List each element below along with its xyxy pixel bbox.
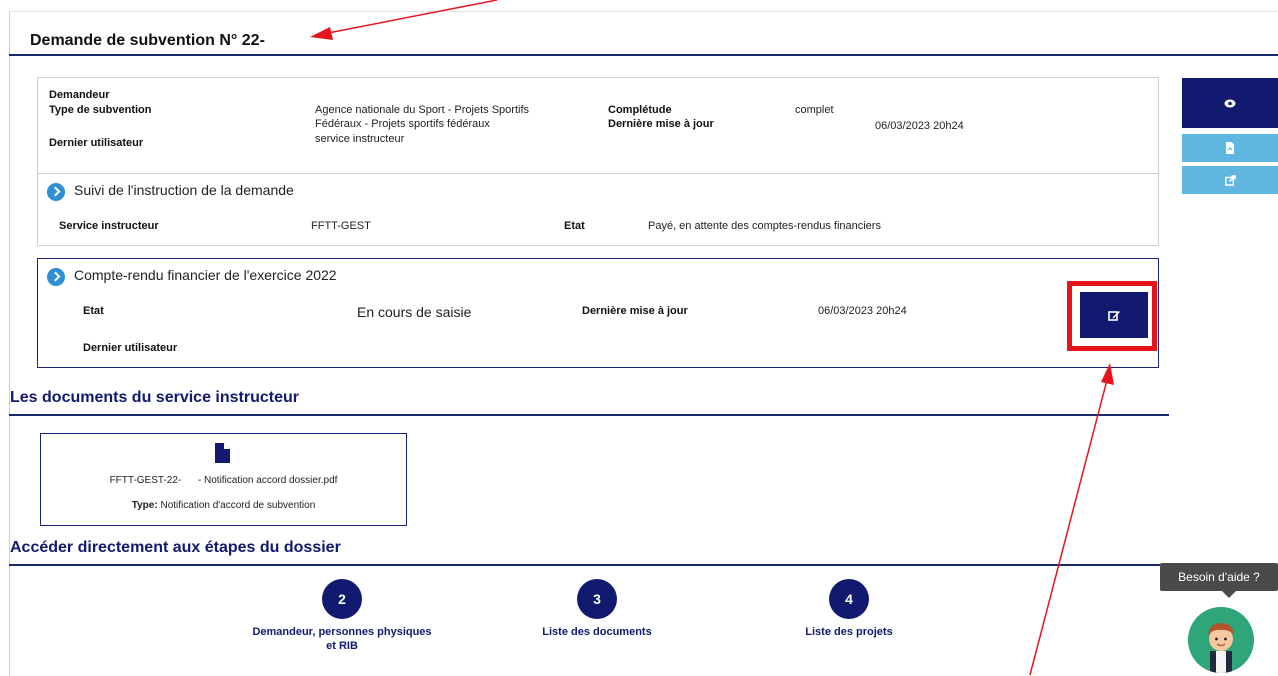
eye-icon bbox=[1224, 99, 1236, 107]
step-number: 2 bbox=[322, 579, 362, 619]
etat-value: Payé, en attente des comptes-rendus fina… bbox=[648, 220, 881, 232]
service-instructeur-value: FFTT-GEST bbox=[311, 220, 371, 232]
cr-etat-value: En cours de saisie bbox=[357, 304, 472, 320]
step-label-line1: Liste des projets bbox=[805, 626, 893, 638]
derniere-maj-label: Dernière mise à jour bbox=[608, 118, 714, 130]
step-label-line1: Liste des documents bbox=[542, 626, 652, 638]
type-subvention-label: Type de subvention bbox=[49, 104, 152, 116]
compte-rendu-title[interactable]: Compte-rendu financier de l'exercice 202… bbox=[74, 267, 337, 283]
documents-heading: Les documents du service instructeur bbox=[10, 389, 299, 406]
title-divider bbox=[9, 54, 1278, 56]
step-4[interactable]: 4 Liste des projets bbox=[754, 579, 944, 639]
export-pdf-button[interactable] bbox=[1182, 134, 1278, 162]
suivi-title[interactable]: Suivi de l'instruction de la demande bbox=[74, 182, 294, 198]
assistant-avatar-icon bbox=[1188, 607, 1254, 673]
annotation-highlight-box bbox=[1067, 281, 1157, 351]
help-avatar-button[interactable] bbox=[1188, 607, 1254, 673]
dernier-utilisateur-label: Dernier utilisateur bbox=[49, 137, 144, 149]
etat-label: Etat bbox=[564, 220, 585, 232]
cr-maj-label: Dernière mise à jour bbox=[582, 305, 688, 317]
cr-dernier-utilisateur-label: Dernier utilisateur bbox=[83, 342, 178, 354]
service-instructeur-label: Service instructeur bbox=[59, 220, 159, 232]
step-number: 3 bbox=[577, 579, 617, 619]
completude-value: complet bbox=[795, 104, 834, 116]
chevron-right-icon[interactable] bbox=[47, 183, 65, 201]
step-2[interactable]: 2 Demandeur, personnes physiques et RIB bbox=[232, 579, 452, 653]
document-filename-prefix: FFTT-GEST-22- bbox=[109, 475, 182, 486]
document-filename-suffix: - Notification accord dossier.pdf bbox=[197, 475, 338, 486]
completude-label: Complétude bbox=[608, 104, 672, 116]
cr-maj-value: 06/03/2023 20h24 bbox=[818, 305, 907, 317]
step-number: 4 bbox=[829, 579, 869, 619]
file-icon bbox=[215, 443, 230, 463]
type-subvention-value-line2: Fédéraux - Projets sportifs fédéraux bbox=[315, 118, 490, 130]
documents-divider bbox=[9, 414, 1169, 416]
step-label-line2: et RIB bbox=[326, 640, 358, 652]
type-subvention-value-line1: Agence nationale du Sport - Projets Spor… bbox=[315, 104, 530, 116]
document-type-label: Type: bbox=[131, 500, 158, 511]
document-type: Type: Notification d'accord de subventio… bbox=[41, 500, 406, 511]
document-filename[interactable]: FFTT-GEST-22- - Notification accord doss… bbox=[41, 475, 406, 486]
chevron-right-icon[interactable] bbox=[47, 268, 65, 286]
document-icon bbox=[1226, 142, 1234, 154]
derniere-maj-value: 06/03/2023 20h24 bbox=[875, 120, 964, 132]
cr-etat-label: Etat bbox=[83, 305, 104, 317]
steps-heading: Accéder directement aux étapes du dossie… bbox=[10, 539, 341, 556]
step-3[interactable]: 3 Liste des documents bbox=[502, 579, 692, 639]
step-label-line1: Demandeur, personnes physiques bbox=[252, 626, 432, 638]
help-tooltip[interactable]: Besoin d'aide ? bbox=[1160, 563, 1278, 598]
document-type-value: Notification d'accord de subvention bbox=[160, 500, 316, 511]
share-button[interactable] bbox=[1182, 166, 1278, 194]
demandeur-label: Demandeur bbox=[49, 89, 110, 101]
dernier-utilisateur-value: service instructeur bbox=[315, 133, 405, 145]
share-icon bbox=[1224, 174, 1236, 186]
steps-divider bbox=[9, 564, 1169, 566]
page-title: Demande de subvention N° 22- bbox=[30, 32, 265, 49]
document-card[interactable]: FFTT-GEST-22- - Notification accord doss… bbox=[40, 433, 407, 526]
view-button[interactable] bbox=[1182, 78, 1278, 128]
